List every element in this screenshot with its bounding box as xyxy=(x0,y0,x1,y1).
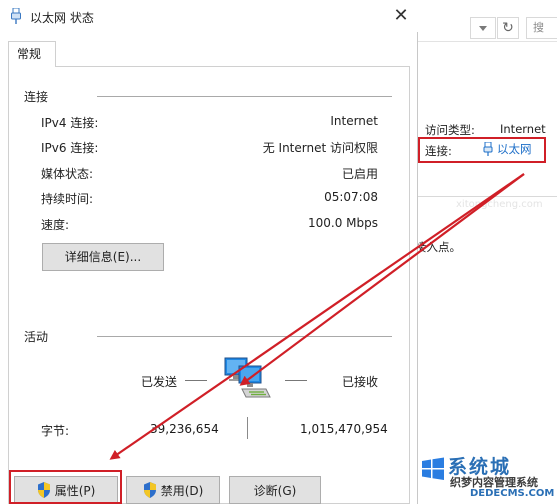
search-input[interactable]: 搜 xyxy=(526,17,557,39)
access-type-label: 访问类型: xyxy=(425,123,475,137)
duration-value: 05:07:08 xyxy=(324,190,378,204)
activity-section-title: 活动 xyxy=(24,330,49,344)
diagnose-button-label: 诊断(G) xyxy=(253,483,297,498)
refresh-button[interactable]: ↻ xyxy=(497,17,519,39)
media-state-value: 已启用 xyxy=(341,167,378,181)
properties-highlight-box xyxy=(9,470,122,504)
access-type-value: Internet xyxy=(500,122,546,136)
duration-label: 持续时间: xyxy=(41,192,94,206)
section-divider xyxy=(97,336,392,337)
ipv6-value: 无 Internet 访问权限 xyxy=(262,141,378,155)
ethernet-status-dialog: 以太网 状态 ✕ 常规 连接 IPv4 连接: Internet IPv6 连接… xyxy=(0,0,418,504)
diagnose-button[interactable]: 诊断(G) xyxy=(229,476,321,504)
connection-section-title: 连接 xyxy=(24,90,49,104)
dialog-titlebar[interactable]: 以太网 状态 ✕ xyxy=(0,0,418,32)
bytes-received-value: 1,015,470,954 xyxy=(300,422,388,436)
close-button[interactable]: ✕ xyxy=(386,2,416,30)
access-point-text: 接入点。 xyxy=(415,240,461,254)
ipv6-label: IPv6 连接: xyxy=(41,141,99,155)
close-icon: ✕ xyxy=(393,5,409,26)
network-activity-icon xyxy=(224,357,271,398)
bytes-sent-value: 39,236,654 xyxy=(150,422,219,436)
bytes-label: 字节: xyxy=(41,424,70,438)
ipv4-value: Internet xyxy=(330,114,378,128)
address-dropdown-button[interactable] xyxy=(470,17,496,39)
dialog-title: 以太网 状态 xyxy=(30,11,94,25)
section-divider xyxy=(97,96,392,97)
refresh-icon: ↻ xyxy=(502,20,514,36)
bytes-separator xyxy=(247,417,248,439)
site-watermark: 系统城 织梦内容管理系统 DEDECMS.COM xyxy=(418,452,557,504)
tab-strip: 常规 xyxy=(8,41,410,67)
speed-label: 速度: xyxy=(41,218,70,232)
media-state-label: 媒体状态: xyxy=(41,167,94,181)
chevron-down-icon xyxy=(479,26,487,31)
connection-highlight-box xyxy=(418,137,546,163)
watermark-line2: DEDECMS.COM xyxy=(470,488,555,499)
disable-button[interactable]: 禁用(D) xyxy=(126,476,220,504)
received-activity-line xyxy=(285,380,307,381)
ethernet-plug-icon xyxy=(11,8,21,24)
received-label: 已接收 xyxy=(342,375,379,389)
speed-value: 100.0 Mbps xyxy=(307,216,378,230)
sent-label: 已发送 xyxy=(141,375,178,389)
divider xyxy=(418,196,557,197)
details-button[interactable]: 详细信息(E)... xyxy=(42,243,164,271)
windows-logo-icon xyxy=(422,457,444,480)
sent-activity-line xyxy=(185,380,207,381)
ipv4-label: IPv4 连接: xyxy=(41,116,99,130)
ghost-watermark: xitongcheng.com xyxy=(456,199,543,210)
tab-general[interactable]: 常规 xyxy=(8,41,56,67)
uac-shield-icon xyxy=(143,482,156,498)
disable-button-label: 禁用(D) xyxy=(160,483,204,498)
